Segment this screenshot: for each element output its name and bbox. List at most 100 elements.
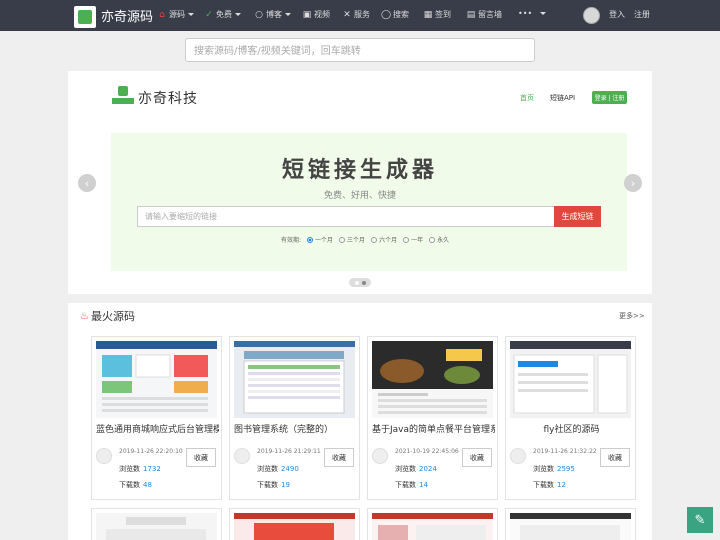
grid-icon: ▦ [423,9,433,20]
carousel-indicator[interactable] [349,278,371,287]
brand-logo [112,86,134,106]
favorite-button[interactable]: 收藏 [324,448,354,467]
card-title[interactable]: 基于Java的简单点餐平台管理系统 [372,422,495,435]
card-thumbnail[interactable] [510,513,631,540]
card-thumbnail[interactable] [372,513,493,540]
nav-more[interactable]: ••• [518,9,547,18]
author-avatar [510,448,526,464]
logo-mark [78,10,92,24]
card-thumbnail[interactable] [96,513,217,540]
tools-icon: ✕ [343,9,351,20]
search-input[interactable] [186,40,534,63]
author-avatar [96,448,112,464]
nav-video[interactable]: ▣ 视频 [302,9,330,20]
brand-name: 亦奇科技 [138,91,198,107]
hot-title: ♨ 最火源码 [80,310,135,323]
view-count: 浏览数 2595 [533,465,575,473]
generate-button[interactable]: 生成短链 [554,206,601,227]
view-count: 浏览数 2490 [257,465,299,473]
carousel-prev-button[interactable]: ‹ [78,174,96,192]
nav-message-wall[interactable]: ▤ 留言墙 [466,9,502,20]
source-card[interactable]: 蓝色通用商城响应式后台管理模板 2019-11-26 22:20:10 收藏 浏… [91,336,222,500]
view-count: 浏览数 2024 [395,465,437,473]
source-card[interactable] [91,508,222,540]
banner-nav-home[interactable]: 首页 [520,93,534,103]
caret-down-icon [285,13,291,16]
nav-blog[interactable]: ○ 博客 [254,9,291,20]
search-bar [185,38,535,63]
carousel-dot [354,280,359,285]
validity-option[interactable]: 一年 [403,235,423,244]
edit-fab-button[interactable]: ✎ [687,507,713,533]
nav-video-label: 视频 [314,10,330,19]
card-title[interactable]: 蓝色通用商城响应式后台管理模板 [96,422,219,435]
banner-login-button[interactable]: 登录 | 注册 [592,91,627,104]
card-date: 2019-11-26 22:20:10 [119,448,183,455]
caret-down-icon [235,13,241,16]
source-card[interactable]: fly社区的源码 2019-11-26 21:32:22 收藏 浏览数 2595 … [505,336,636,500]
nav-free[interactable]: ✓ 免费 [204,9,241,20]
card-thumbnail[interactable] [510,341,631,418]
source-card[interactable]: 基于Java的简单点餐平台管理系统 2021-10-19 22:45:06 收藏… [367,336,498,500]
calendar-icon: ▤ [466,9,476,20]
download-count: 下载数 19 [257,481,290,489]
radio-icon [429,236,436,243]
carousel-dot [361,280,366,285]
login-link[interactable]: 登入 [609,9,625,20]
nav-checkin[interactable]: ▦ 签到 [423,9,451,20]
download-count: 下载数 12 [533,481,566,489]
register-link[interactable]: 注册 [634,9,650,20]
site-logo[interactable] [74,6,96,28]
flame-icon: ♨ [80,310,89,322]
top-nav: 亦奇源码 ⌂ 源码 ✓ 免费 ○ 博客 ▣ 视频 ✕ 服务 ◯ 搜索 ▦ 签到 … [0,0,720,31]
nav-blog-label: 博客 [266,10,282,19]
pencil-icon: ✎ [694,512,706,528]
nav-source-label: 源码 [169,10,185,19]
source-card[interactable]: 图书管理系统（完整的） 2019-11-26 21:29:11 收藏 浏览数 24… [229,336,360,500]
card-thumbnail[interactable] [234,513,355,540]
card-title[interactable]: fly社区的源码 [510,422,633,435]
caret-down-icon [540,12,547,15]
favorite-button[interactable]: 收藏 [462,448,492,467]
radio-icon [403,236,410,243]
card-title[interactable]: 图书管理系统（完整的） [234,422,357,435]
author-avatar [234,448,250,464]
more-dots-icon: ••• [518,9,533,18]
favorite-button[interactable]: 收藏 [600,448,630,467]
card-date: 2019-11-26 21:32:22 [533,448,597,455]
user-avatar[interactable] [583,7,600,24]
caret-down-icon [188,13,194,16]
banner-nav-api[interactable]: 短链API [550,93,575,103]
validity-option[interactable]: 三个月 [339,235,365,244]
nav-free-label: 免费 [216,10,232,19]
nav-service-label: 服务 [354,10,370,19]
validity-options: 有效期: 一个月 三个月 六个月 一年 永久 [281,235,449,244]
card-thumbnail[interactable] [372,341,493,418]
validity-label: 有效期: [281,237,302,244]
validity-option[interactable]: 一个月 [307,235,333,244]
source-card[interactable] [229,508,360,540]
author-avatar [372,448,388,464]
card-date: 2021-10-19 22:45:06 [395,448,459,455]
check-circle-icon: ✓ [205,9,213,20]
card-thumbnail[interactable] [96,341,217,418]
nav-service[interactable]: ✕ 服务 [342,9,370,20]
carousel-next-button[interactable]: › [624,174,642,192]
nav-search[interactable]: ◯ 搜索 [381,9,409,20]
radio-icon [307,236,314,243]
site-title[interactable]: 亦奇源码 [101,6,153,25]
hero-title: 短链接生成器 [281,157,438,183]
favorite-button[interactable]: 收藏 [186,448,216,467]
validity-option[interactable]: 永久 [429,235,449,244]
link-input[interactable]: 请输入要缩短的链接 [137,206,554,227]
hero-subtitle: 免费、好用、快捷 [323,191,396,201]
view-count: 浏览数 1732 [119,465,161,473]
source-card[interactable] [367,508,498,540]
nav-search-label: 搜索 [393,10,409,19]
more-link[interactable]: 更多>> [619,311,645,321]
source-card[interactable] [505,508,636,540]
nav-source[interactable]: ⌂ 源码 [157,9,194,20]
card-thumbnail[interactable] [234,341,355,418]
validity-option[interactable]: 六个月 [371,235,397,244]
home-icon: ⌂ [159,9,165,20]
